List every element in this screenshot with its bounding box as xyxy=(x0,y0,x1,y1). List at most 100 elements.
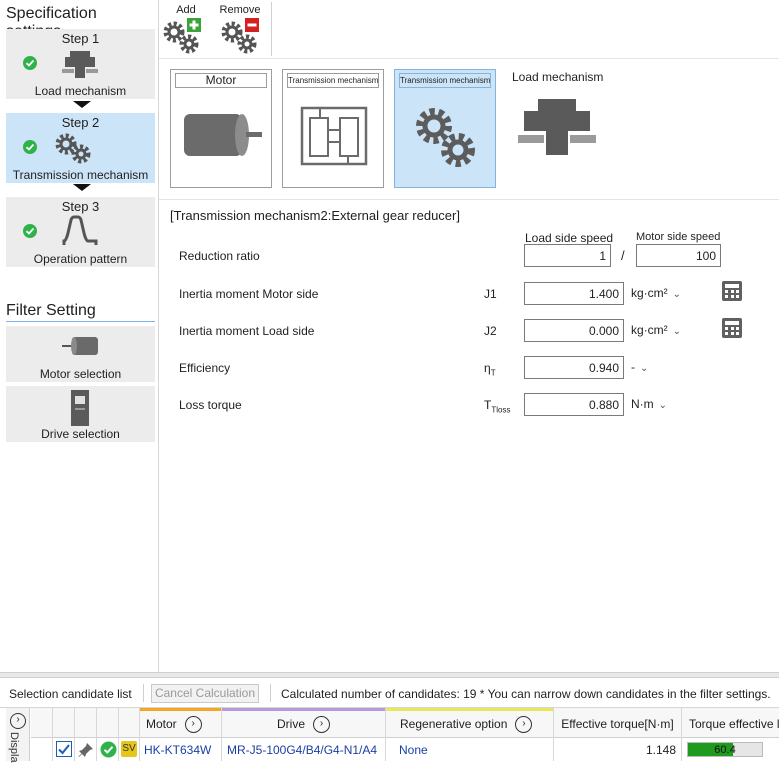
chevron-right-icon: › xyxy=(10,713,26,729)
transmission-1-card-title: Transmission mechanism1 xyxy=(287,73,379,88)
row-indicator xyxy=(31,738,53,761)
transmission-1-card[interactable]: Transmission mechanism1 xyxy=(282,69,384,188)
chevron-right-icon[interactable]: › xyxy=(515,716,533,734)
add-gears-icon xyxy=(163,18,201,54)
reduction-ratio-label: Reduction ratio xyxy=(179,249,260,263)
effective-torque-cell: 1.148 xyxy=(554,738,682,761)
step-3-label: Operation pattern xyxy=(33,252,128,266)
header-spacer xyxy=(119,708,140,738)
inertia-motor-input[interactable]: 1.400 xyxy=(524,282,624,305)
display-side-tab[interactable]: › Displa xyxy=(6,708,30,763)
candidate-count-message: Calculated number of candidates: 19 * Yo… xyxy=(281,687,771,701)
motor-cell[interactable]: HK-KT634W xyxy=(140,738,222,761)
efficiency-input[interactable]: 0.940 xyxy=(524,356,624,379)
transmission-2-card-title: Transmission mechanism2 xyxy=(399,73,491,88)
load-mechanism-icon xyxy=(62,51,98,78)
regen-column-header[interactable]: Regenerative option › xyxy=(386,708,554,738)
header-spacer xyxy=(53,708,75,738)
display-side-label: Displa xyxy=(8,732,20,763)
motor-side-speed-header: Motor side speed xyxy=(636,231,721,243)
remove-button[interactable]: Remove xyxy=(213,2,267,56)
step-1-title: Step 1 xyxy=(61,31,100,46)
add-button[interactable]: Add xyxy=(159,2,213,56)
load-side-speed-header: Load side speed xyxy=(525,231,614,245)
left-panel: Specification settings Step 1 Load mecha… xyxy=(0,0,159,672)
load-side-speed-input[interactable]: 1 xyxy=(524,244,611,267)
load-mechanism-card[interactable]: Load mechanism xyxy=(506,69,616,188)
detail-divider xyxy=(159,199,779,200)
drive-selection-label: Drive selection xyxy=(41,427,120,441)
detail-title: [Transmission mechanism2:External gear r… xyxy=(170,208,460,223)
transmission-2-card[interactable]: Transmission mechanism2 xyxy=(394,69,496,188)
toolbar-bottom-line xyxy=(159,58,779,59)
motor-icon xyxy=(184,114,262,156)
regen-color-bar xyxy=(386,708,553,711)
chevron-right-icon[interactable]: › xyxy=(313,716,330,734)
inertia-motor-label: Inertia moment Motor side xyxy=(179,287,319,301)
step-2-tile[interactable]: Step 2 Transmission mechanism xyxy=(6,113,155,183)
pin-cell[interactable] xyxy=(75,738,97,761)
drive-column-header[interactable]: Drive › xyxy=(222,708,386,738)
motor-selection-tile[interactable]: Motor selection xyxy=(6,326,155,382)
motor-column-header[interactable]: Motor › xyxy=(140,708,222,738)
inertia-motor-symbol: J1 xyxy=(484,287,497,301)
ratio-separator: / xyxy=(621,248,625,263)
loss-torque-symbol: TTloss xyxy=(484,398,511,415)
candidate-list-title: Selection candidate list xyxy=(9,687,132,701)
divider xyxy=(143,684,144,702)
header-spacer xyxy=(75,708,97,738)
step-1-tile[interactable]: Step 1 Load mechanism xyxy=(6,29,155,99)
divider xyxy=(270,684,271,702)
loss-torque-input[interactable]: 0.880 xyxy=(524,393,624,416)
calculator-button[interactable] xyxy=(722,318,742,338)
drive-selection-tile[interactable]: Drive selection xyxy=(6,386,155,442)
transmission-box-icon xyxy=(300,106,368,166)
step-2-label: Transmission mechanism xyxy=(12,168,149,182)
inertia-motor-unit-select[interactable]: kg·cm² ⌄ xyxy=(631,286,681,300)
motor-color-bar xyxy=(140,708,221,711)
inertia-load-unit-select[interactable]: kg·cm² ⌄ xyxy=(631,323,681,337)
efficiency-symbol: ηT xyxy=(484,361,496,378)
step-3-title: Step 3 xyxy=(61,199,100,214)
chevron-right-icon[interactable]: › xyxy=(184,716,202,734)
check-icon xyxy=(23,224,37,238)
step-3-tile[interactable]: Step 3 Operation pattern xyxy=(6,197,155,267)
toolbar-divider xyxy=(271,2,272,56)
loss-torque-label: Loss torque xyxy=(179,398,242,412)
drive-cell[interactable]: MR-J5-100G4/B4/G4-N1/A4 xyxy=(222,738,386,761)
header-spacer xyxy=(31,708,53,738)
inertia-motor-unit: kg·cm² xyxy=(631,286,668,300)
sv-cell: SV xyxy=(119,738,140,761)
torque-effective-column-header[interactable]: Torque effective l xyxy=(682,708,779,738)
candidate-list-bar: Selection candidate list Cancel Calculat… xyxy=(0,678,779,708)
row-checkbox[interactable] xyxy=(53,738,75,761)
inertia-load-input[interactable]: 0.000 xyxy=(524,319,624,342)
loss-torque-unit-select[interactable]: N·m ⌄ xyxy=(631,397,667,411)
drive-color-bar xyxy=(222,708,385,711)
cancel-calculation-button[interactable]: Cancel Calculation xyxy=(151,684,259,703)
regen-cell[interactable]: None xyxy=(386,738,554,761)
check-icon xyxy=(23,140,37,154)
motor-card[interactable]: Motor xyxy=(170,69,272,188)
header-spacer xyxy=(97,708,119,738)
inertia-load-unit: kg·cm² xyxy=(631,323,668,337)
chevron-down-icon: ⌄ xyxy=(672,326,682,337)
motor-side-speed-input[interactable]: 100 xyxy=(636,244,721,267)
motor-card-title: Motor xyxy=(175,73,267,88)
inertia-load-label: Inertia moment Load side xyxy=(179,324,315,338)
step-arrow-icon xyxy=(73,184,91,191)
effective-torque-column-header[interactable]: Effective torque[N·m] xyxy=(554,708,682,738)
add-label: Add xyxy=(176,4,196,16)
table-row[interactable]: SV HK-KT634W MR-J5-100G4/B4/G4-N1/A4 Non… xyxy=(31,738,779,761)
chevron-down-icon: ⌄ xyxy=(672,289,682,300)
efficiency-unit-select[interactable]: - ⌄ xyxy=(631,360,648,374)
checkbox-checked-icon xyxy=(56,741,72,757)
status-cell xyxy=(97,738,119,761)
calculator-button[interactable] xyxy=(722,281,742,301)
pin-icon xyxy=(78,743,93,757)
chevron-down-icon: ⌄ xyxy=(658,400,668,411)
candidate-grid-header: Motor › Drive › Regenerative option › Effec… xyxy=(31,708,779,738)
inertia-load-symbol: J2 xyxy=(484,324,497,338)
check-circle-icon xyxy=(100,741,117,758)
toolbar: Add Remove xyxy=(159,0,779,58)
